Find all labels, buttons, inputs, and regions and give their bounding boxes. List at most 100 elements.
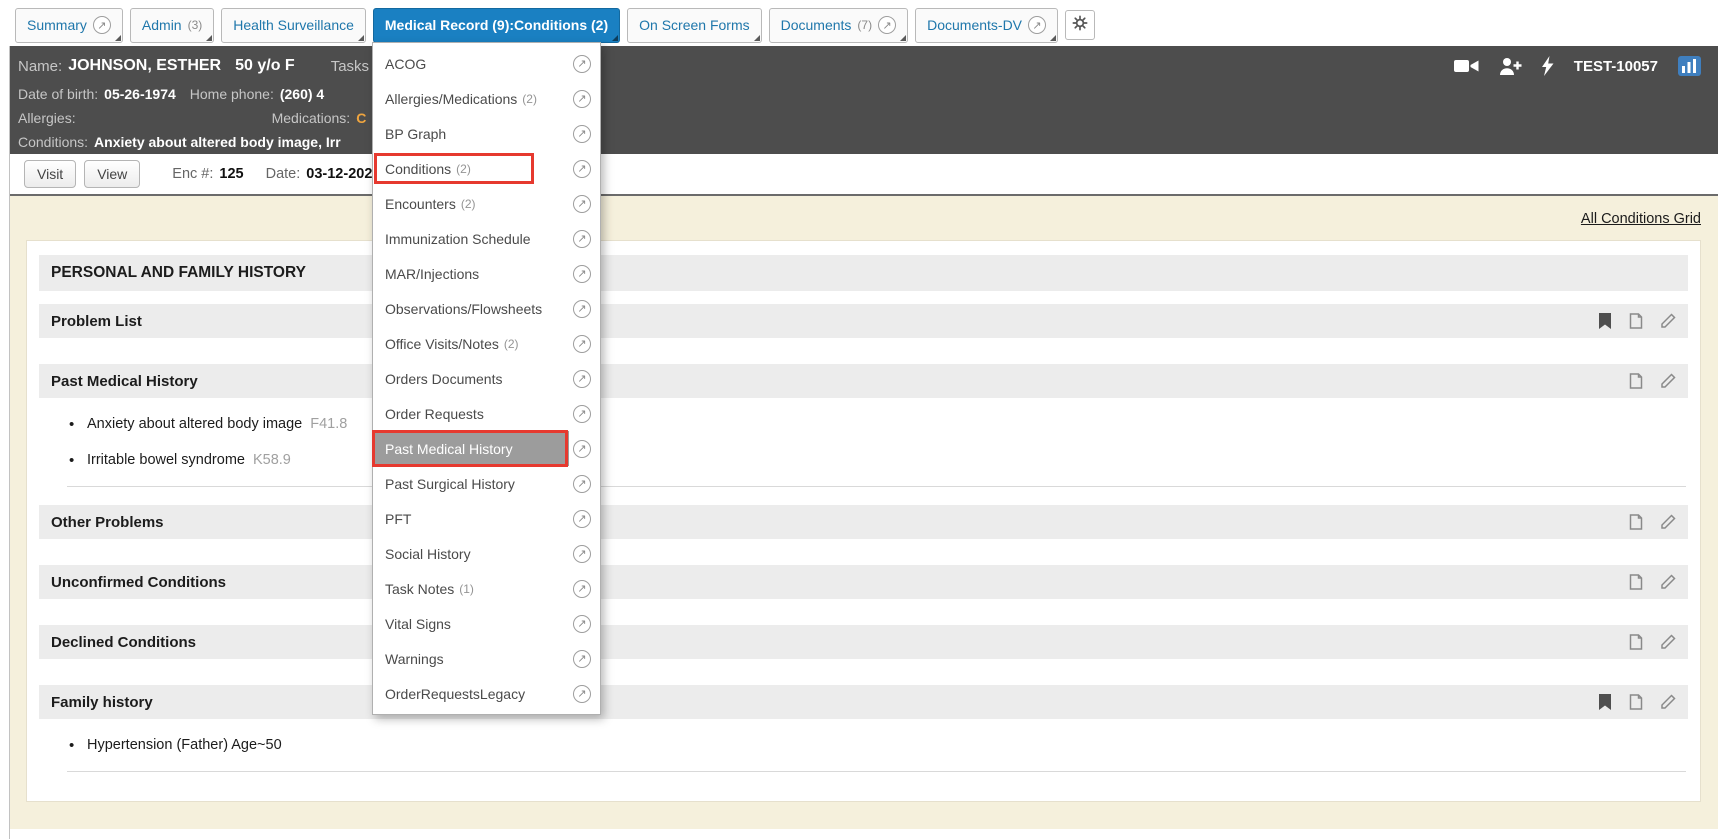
menu-item-label: Order Requests — [385, 406, 484, 422]
pencil-icon[interactable] — [1660, 313, 1676, 329]
tab-label: On Screen Forms — [639, 17, 749, 33]
open-in-window-icon[interactable] — [573, 685, 591, 703]
tab-documents[interactable]: Documents (7) — [769, 8, 908, 43]
menu-item-past-medical-history[interactable]: Past Medical History — [373, 431, 600, 466]
tab-medical-record[interactable]: Medical Record (9):Conditions (2) — [373, 8, 620, 43]
open-in-window-icon[interactable] — [573, 230, 591, 248]
pencil-icon[interactable] — [1660, 694, 1676, 710]
menu-item-past-surgical-history[interactable]: Past Surgical History — [373, 466, 600, 501]
pencil-icon[interactable] — [1660, 373, 1676, 389]
tab-summary[interactable]: Summary — [15, 8, 123, 43]
menu-item-observations-flowsheets[interactable]: Observations/Flowsheets — [373, 291, 600, 326]
tab-documents-dv[interactable]: Documents-DV — [915, 8, 1058, 43]
open-in-window-icon[interactable] — [573, 405, 591, 423]
menu-item-allergies-medications[interactable]: Allergies/Medications (2) — [373, 81, 600, 116]
gear-button[interactable] — [1065, 10, 1095, 40]
bar-chart-icon[interactable] — [1678, 56, 1701, 76]
open-in-window-icon[interactable] — [573, 125, 591, 143]
bookmark-icon[interactable] — [1598, 694, 1612, 710]
menu-item-label: PFT — [385, 511, 411, 527]
section-actions — [1598, 313, 1676, 329]
panel-header: PERSONAL AND FAMILY HISTORY — [39, 255, 1688, 291]
menu-item-orderrequestslegacy[interactable]: OrderRequestsLegacy — [373, 676, 600, 711]
patient-header-actions: TEST-10057 — [1454, 56, 1718, 76]
condition-code: F41.8 — [310, 416, 347, 432]
patient-header-row-2: Date of birth: 05-26-1974 Home phone: (2… — [18, 82, 1718, 106]
patient-header: Name: JOHNSON, ESTHER 50 y/o F Tasks TES… — [10, 46, 1718, 154]
module-tab-bar: Summary Admin (3) Health Surveillance Me… — [0, 0, 1718, 46]
lightning-icon[interactable] — [1542, 56, 1554, 76]
menu-item-orders-documents[interactable]: Orders Documents — [373, 361, 600, 396]
menu-item-label: Office Visits/Notes — [385, 336, 499, 352]
list-item: Irritable bowel syndrome K58.9 — [69, 442, 1684, 478]
section-declined-conditions: Declined Conditions — [39, 625, 1688, 659]
pencil-icon[interactable] — [1660, 574, 1676, 590]
notes-icon[interactable] — [1628, 313, 1644, 329]
video-camera-icon[interactable] — [1454, 57, 1479, 75]
view-button[interactable]: View — [84, 160, 140, 188]
open-in-window-icon[interactable] — [573, 615, 591, 633]
tab-health-surveillance[interactable]: Health Surveillance — [221, 8, 366, 43]
pencil-icon[interactable] — [1660, 634, 1676, 650]
menu-item-encounters[interactable]: Encounters (2) — [373, 186, 600, 221]
open-in-window-icon[interactable] — [573, 90, 591, 108]
menu-item-bp-graph[interactable]: BP Graph — [373, 116, 600, 151]
open-in-window-icon[interactable] — [573, 580, 591, 598]
open-in-window-icon[interactable] — [573, 370, 591, 388]
section-other-problems: Other Problems — [39, 505, 1688, 539]
pencil-icon[interactable] — [1660, 514, 1676, 530]
menu-item-order-requests[interactable]: Order Requests — [373, 396, 600, 431]
menu-item-pft[interactable]: PFT — [373, 501, 600, 536]
list-item: Hypertension (Father) Age~50 — [69, 727, 1684, 763]
menu-item-label: Social History — [385, 546, 471, 562]
grid-link-row: All Conditions Grid — [26, 210, 1701, 228]
tab-on-screen-forms[interactable]: On Screen Forms — [627, 8, 761, 43]
menu-item-acog[interactable]: ACOG — [373, 46, 600, 81]
tab-admin[interactable]: Admin (3) — [130, 8, 214, 43]
bullet-icon — [69, 416, 87, 433]
open-in-window-icon[interactable] — [573, 300, 591, 318]
open-in-window-icon[interactable] — [573, 335, 591, 353]
open-in-window-icon[interactable] — [573, 440, 591, 458]
notes-icon[interactable] — [1628, 574, 1644, 590]
open-in-window-icon[interactable] — [573, 475, 591, 493]
section-header: Family history — [39, 685, 1688, 719]
section-title: Declined Conditions — [51, 634, 196, 651]
condition-text: Hypertension (Father) Age~50 — [87, 737, 282, 753]
open-in-window-icon[interactable] — [573, 650, 591, 668]
open-in-window-icon[interactable] — [573, 195, 591, 213]
open-in-window-icon[interactable] — [573, 160, 591, 178]
menu-item-task-notes[interactable]: Task Notes (1) — [373, 571, 600, 606]
open-in-window-icon[interactable] — [1028, 16, 1046, 34]
menu-item-vital-signs[interactable]: Vital Signs — [373, 606, 600, 641]
bookmark-icon[interactable] — [1598, 313, 1612, 329]
open-in-window-icon[interactable] — [573, 265, 591, 283]
menu-item-social-history[interactable]: Social History — [373, 536, 600, 571]
open-in-window-icon[interactable] — [573, 545, 591, 563]
menu-item-label: Orders Documents — [385, 371, 502, 387]
add-user-icon[interactable] — [1499, 57, 1522, 76]
open-in-window-icon[interactable] — [573, 510, 591, 528]
menu-item-immunization-schedule[interactable]: Immunization Schedule — [373, 221, 600, 256]
menu-item-conditions[interactable]: Conditions (2) — [373, 151, 600, 186]
notes-icon[interactable] — [1628, 694, 1644, 710]
all-conditions-grid-link[interactable]: All Conditions Grid — [1581, 211, 1701, 227]
open-in-window-icon[interactable] — [573, 55, 591, 73]
section-unconfirmed-conditions: Unconfirmed Conditions — [39, 565, 1688, 599]
notes-icon[interactable] — [1628, 514, 1644, 530]
notes-icon[interactable] — [1628, 373, 1644, 389]
menu-item-warnings[interactable]: Warnings — [373, 641, 600, 676]
condition-list: Hypertension (Father) Age~50 — [39, 719, 1688, 763]
menu-item-office-visits-notes[interactable]: Office Visits/Notes (2) — [373, 326, 600, 361]
open-in-window-icon[interactable] — [93, 16, 111, 34]
condition-list: Anxiety about altered body image F41.8 I… — [39, 398, 1688, 478]
open-in-window-icon[interactable] — [878, 16, 896, 34]
menu-item-count: (1) — [459, 582, 474, 596]
section-header: Past Medical History — [39, 364, 1688, 398]
visit-button[interactable]: Visit — [24, 160, 76, 188]
patient-header-row-3: Allergies: Medications: C — [18, 106, 1718, 130]
notes-icon[interactable] — [1628, 634, 1644, 650]
tab-label: Health Surveillance — [233, 17, 354, 33]
menu-item-mar-injections[interactable]: MAR/Injections — [373, 256, 600, 291]
menu-item-count: (2) — [522, 92, 537, 106]
